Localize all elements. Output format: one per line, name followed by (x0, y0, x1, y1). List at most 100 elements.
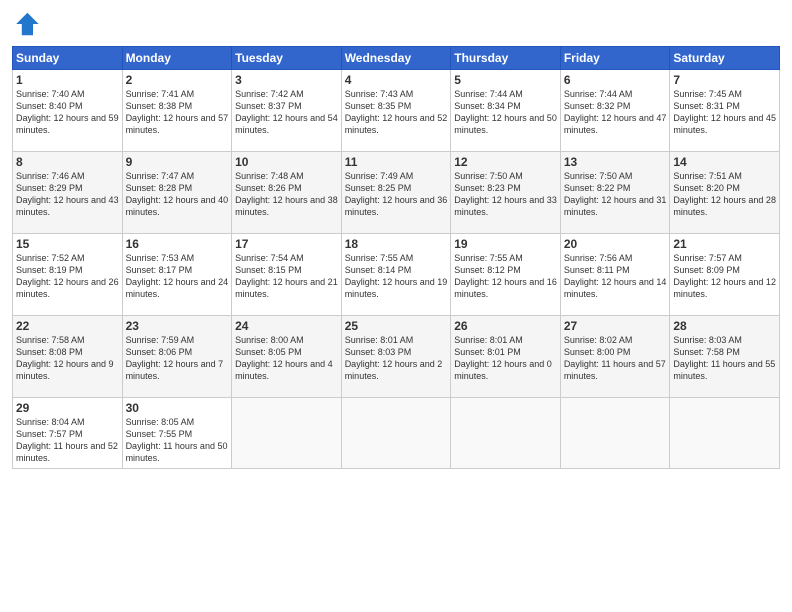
day-info: Sunrise: 7:58 AMSunset: 8:08 PMDaylight:… (16, 334, 119, 383)
day-number: 14 (673, 155, 776, 169)
col-header-friday: Friday (560, 47, 670, 70)
calendar-cell: 18Sunrise: 7:55 AMSunset: 8:14 PMDayligh… (341, 234, 451, 316)
day-info: Sunrise: 7:55 AMSunset: 8:14 PMDaylight:… (345, 252, 448, 301)
calendar-cell: 21Sunrise: 7:57 AMSunset: 8:09 PMDayligh… (670, 234, 780, 316)
day-number: 18 (345, 237, 448, 251)
day-number: 15 (16, 237, 119, 251)
day-info: Sunrise: 7:54 AMSunset: 8:15 PMDaylight:… (235, 252, 338, 301)
day-info: Sunrise: 7:53 AMSunset: 8:17 PMDaylight:… (126, 252, 229, 301)
day-info: Sunrise: 8:05 AMSunset: 7:55 PMDaylight:… (126, 416, 229, 465)
calendar-week-row: 8Sunrise: 7:46 AMSunset: 8:29 PMDaylight… (13, 152, 780, 234)
calendar-cell: 10Sunrise: 7:48 AMSunset: 8:26 PMDayligh… (232, 152, 342, 234)
day-info: Sunrise: 8:02 AMSunset: 8:00 PMDaylight:… (564, 334, 667, 383)
calendar-cell: 24Sunrise: 8:00 AMSunset: 8:05 PMDayligh… (232, 316, 342, 398)
calendar-cell (560, 398, 670, 469)
day-number: 7 (673, 73, 776, 87)
day-number: 9 (126, 155, 229, 169)
day-info: Sunrise: 7:40 AMSunset: 8:40 PMDaylight:… (16, 88, 119, 137)
page-container: SundayMondayTuesdayWednesdayThursdayFrid… (0, 0, 792, 612)
calendar-cell: 8Sunrise: 7:46 AMSunset: 8:29 PMDaylight… (13, 152, 123, 234)
day-info: Sunrise: 7:44 AMSunset: 8:32 PMDaylight:… (564, 88, 667, 137)
day-info: Sunrise: 7:44 AMSunset: 8:34 PMDaylight:… (454, 88, 557, 137)
calendar-week-row: 1Sunrise: 7:40 AMSunset: 8:40 PMDaylight… (13, 70, 780, 152)
calendar-cell: 7Sunrise: 7:45 AMSunset: 8:31 PMDaylight… (670, 70, 780, 152)
calendar-cell (232, 398, 342, 469)
day-number: 21 (673, 237, 776, 251)
calendar-cell: 23Sunrise: 7:59 AMSunset: 8:06 PMDayligh… (122, 316, 232, 398)
day-number: 24 (235, 319, 338, 333)
day-number: 11 (345, 155, 448, 169)
day-number: 22 (16, 319, 119, 333)
calendar-cell: 27Sunrise: 8:02 AMSunset: 8:00 PMDayligh… (560, 316, 670, 398)
calendar-cell: 9Sunrise: 7:47 AMSunset: 8:28 PMDaylight… (122, 152, 232, 234)
day-number: 29 (16, 401, 119, 415)
day-info: Sunrise: 7:48 AMSunset: 8:26 PMDaylight:… (235, 170, 338, 219)
day-info: Sunrise: 7:52 AMSunset: 8:19 PMDaylight:… (16, 252, 119, 301)
logo (12, 10, 44, 38)
day-number: 3 (235, 73, 338, 87)
day-number: 6 (564, 73, 667, 87)
page-header (12, 10, 780, 38)
logo-icon (12, 10, 40, 38)
col-header-sunday: Sunday (13, 47, 123, 70)
day-number: 5 (454, 73, 557, 87)
col-header-saturday: Saturday (670, 47, 780, 70)
day-number: 17 (235, 237, 338, 251)
day-info: Sunrise: 7:57 AMSunset: 8:09 PMDaylight:… (673, 252, 776, 301)
day-info: Sunrise: 8:00 AMSunset: 8:05 PMDaylight:… (235, 334, 338, 383)
calendar-cell: 29Sunrise: 8:04 AMSunset: 7:57 PMDayligh… (13, 398, 123, 469)
calendar-cell: 1Sunrise: 7:40 AMSunset: 8:40 PMDaylight… (13, 70, 123, 152)
day-info: Sunrise: 7:56 AMSunset: 8:11 PMDaylight:… (564, 252, 667, 301)
day-info: Sunrise: 7:55 AMSunset: 8:12 PMDaylight:… (454, 252, 557, 301)
calendar-cell: 20Sunrise: 7:56 AMSunset: 8:11 PMDayligh… (560, 234, 670, 316)
calendar-cell: 6Sunrise: 7:44 AMSunset: 8:32 PMDaylight… (560, 70, 670, 152)
calendar-cell: 16Sunrise: 7:53 AMSunset: 8:17 PMDayligh… (122, 234, 232, 316)
calendar-cell: 3Sunrise: 7:42 AMSunset: 8:37 PMDaylight… (232, 70, 342, 152)
day-number: 27 (564, 319, 667, 333)
calendar-week-row: 22Sunrise: 7:58 AMSunset: 8:08 PMDayligh… (13, 316, 780, 398)
col-header-tuesday: Tuesday (232, 47, 342, 70)
calendar-cell (670, 398, 780, 469)
day-number: 19 (454, 237, 557, 251)
day-info: Sunrise: 7:41 AMSunset: 8:38 PMDaylight:… (126, 88, 229, 137)
calendar-cell: 12Sunrise: 7:50 AMSunset: 8:23 PMDayligh… (451, 152, 561, 234)
day-number: 12 (454, 155, 557, 169)
day-number: 1 (16, 73, 119, 87)
day-number: 10 (235, 155, 338, 169)
calendar-cell: 13Sunrise: 7:50 AMSunset: 8:22 PMDayligh… (560, 152, 670, 234)
day-info: Sunrise: 7:51 AMSunset: 8:20 PMDaylight:… (673, 170, 776, 219)
day-info: Sunrise: 7:50 AMSunset: 8:23 PMDaylight:… (454, 170, 557, 219)
calendar-cell: 15Sunrise: 7:52 AMSunset: 8:19 PMDayligh… (13, 234, 123, 316)
day-number: 4 (345, 73, 448, 87)
day-info: Sunrise: 7:47 AMSunset: 8:28 PMDaylight:… (126, 170, 229, 219)
calendar-cell: 26Sunrise: 8:01 AMSunset: 8:01 PMDayligh… (451, 316, 561, 398)
day-number: 16 (126, 237, 229, 251)
calendar-cell (451, 398, 561, 469)
col-header-wednesday: Wednesday (341, 47, 451, 70)
day-number: 20 (564, 237, 667, 251)
day-number: 23 (126, 319, 229, 333)
day-info: Sunrise: 8:01 AMSunset: 8:03 PMDaylight:… (345, 334, 448, 383)
day-info: Sunrise: 7:49 AMSunset: 8:25 PMDaylight:… (345, 170, 448, 219)
day-info: Sunrise: 8:03 AMSunset: 7:58 PMDaylight:… (673, 334, 776, 383)
day-number: 25 (345, 319, 448, 333)
calendar-cell: 14Sunrise: 7:51 AMSunset: 8:20 PMDayligh… (670, 152, 780, 234)
calendar-cell: 25Sunrise: 8:01 AMSunset: 8:03 PMDayligh… (341, 316, 451, 398)
day-info: Sunrise: 8:01 AMSunset: 8:01 PMDaylight:… (454, 334, 557, 383)
day-info: Sunrise: 7:46 AMSunset: 8:29 PMDaylight:… (16, 170, 119, 219)
day-number: 2 (126, 73, 229, 87)
calendar-cell: 22Sunrise: 7:58 AMSunset: 8:08 PMDayligh… (13, 316, 123, 398)
calendar-week-row: 29Sunrise: 8:04 AMSunset: 7:57 PMDayligh… (13, 398, 780, 469)
day-info: Sunrise: 7:45 AMSunset: 8:31 PMDaylight:… (673, 88, 776, 137)
col-header-monday: Monday (122, 47, 232, 70)
calendar-cell: 5Sunrise: 7:44 AMSunset: 8:34 PMDaylight… (451, 70, 561, 152)
calendar-header-row: SundayMondayTuesdayWednesdayThursdayFrid… (13, 47, 780, 70)
col-header-thursday: Thursday (451, 47, 561, 70)
calendar-cell: 11Sunrise: 7:49 AMSunset: 8:25 PMDayligh… (341, 152, 451, 234)
day-number: 13 (564, 155, 667, 169)
calendar-cell: 28Sunrise: 8:03 AMSunset: 7:58 PMDayligh… (670, 316, 780, 398)
calendar-cell: 4Sunrise: 7:43 AMSunset: 8:35 PMDaylight… (341, 70, 451, 152)
day-number: 8 (16, 155, 119, 169)
calendar-cell: 2Sunrise: 7:41 AMSunset: 8:38 PMDaylight… (122, 70, 232, 152)
day-number: 26 (454, 319, 557, 333)
